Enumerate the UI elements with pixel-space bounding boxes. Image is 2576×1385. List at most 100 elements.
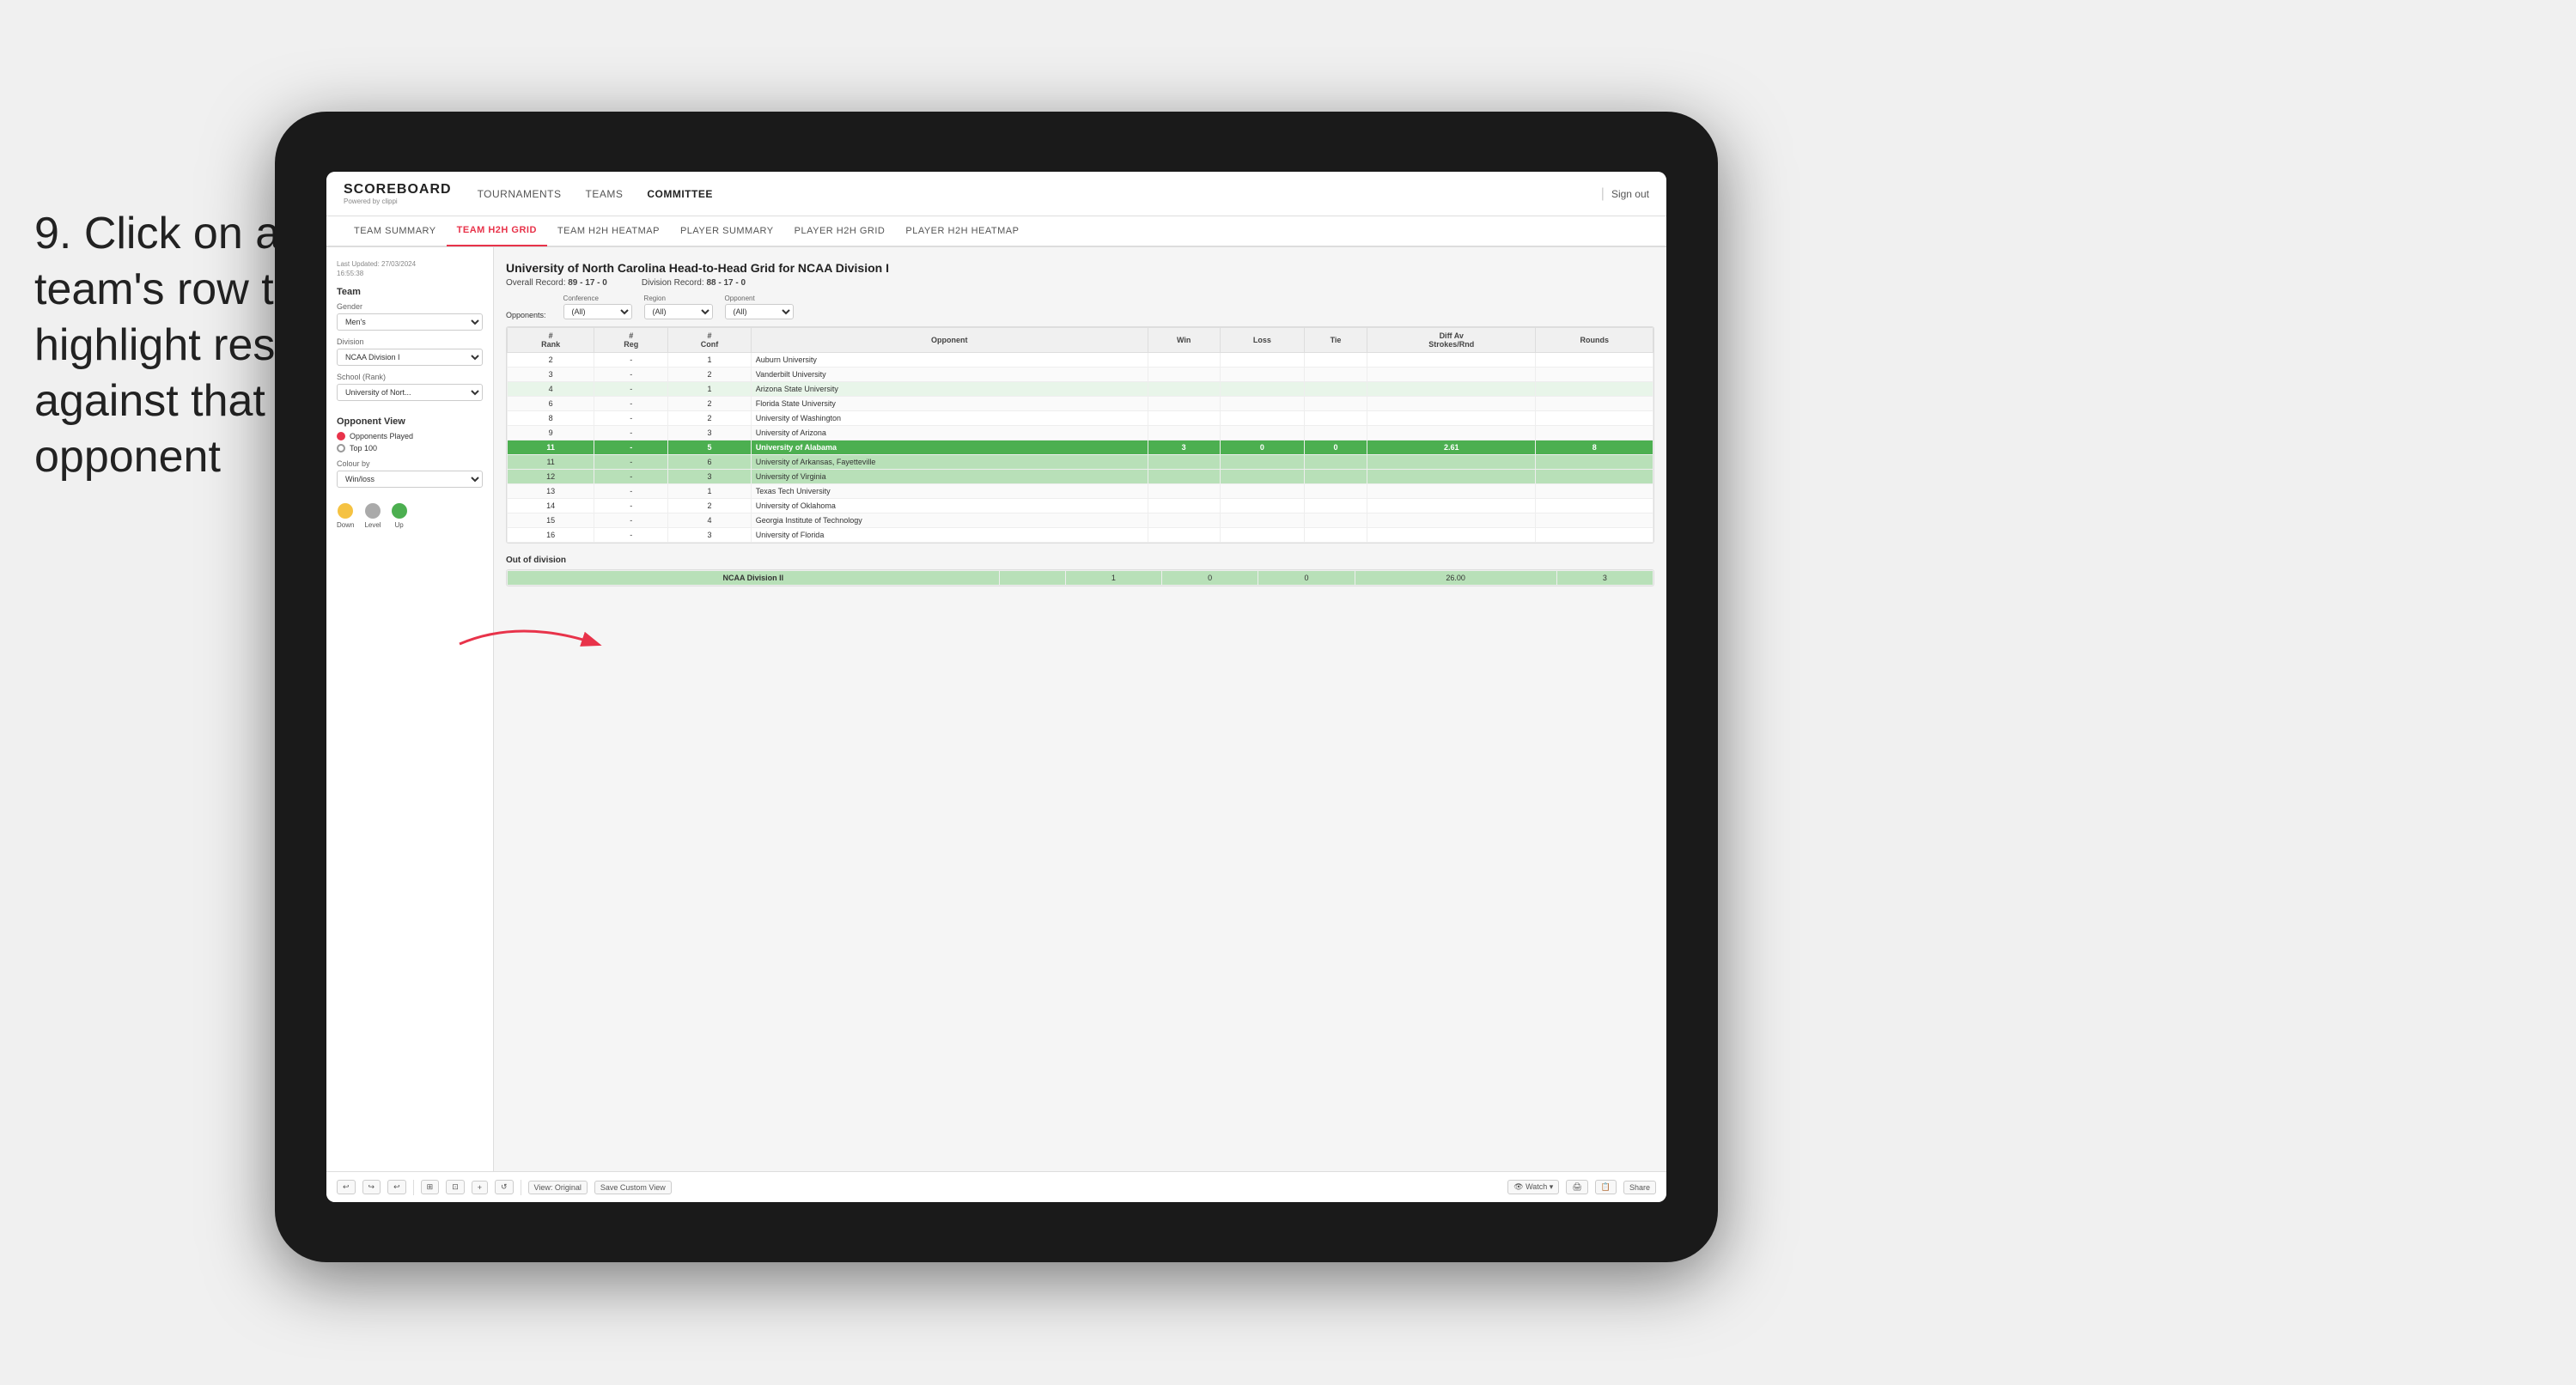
table-row[interactable]: 16-3University of Florida bbox=[508, 528, 1653, 543]
toolbar-watch[interactable]: 👁 Watch ▾ bbox=[1507, 1180, 1559, 1194]
table-cell: Florida State University bbox=[751, 397, 1148, 411]
toolbar-view-original[interactable]: View: Original bbox=[528, 1181, 588, 1194]
toolbar-add[interactable]: + bbox=[472, 1181, 488, 1194]
table-cell: 1 bbox=[668, 353, 752, 368]
tablet-device: SCOREBOARD Powered by clippi TOURNAMENTS… bbox=[275, 112, 1718, 1262]
table-cell: 2 bbox=[508, 353, 594, 368]
toolbar-refresh[interactable]: ↺ bbox=[495, 1180, 514, 1194]
toolbar-undo[interactable]: ↩ bbox=[337, 1180, 356, 1194]
toolbar-copy[interactable]: 📋 bbox=[1595, 1180, 1617, 1194]
table-row[interactable]: 15-4Georgia Institute of Technology bbox=[508, 513, 1653, 528]
radio-dot-filled bbox=[337, 432, 345, 440]
division-record-label: Division Record: 88 - 17 - 0 bbox=[642, 278, 746, 288]
table-cell bbox=[1536, 513, 1653, 528]
radio-top100[interactable]: Top 100 bbox=[337, 444, 483, 453]
table-cell: 6 bbox=[668, 455, 752, 470]
colour-by-label: Colour by bbox=[337, 459, 483, 468]
legend-down-label: Down bbox=[337, 521, 354, 529]
radio-opponents-played[interactable]: Opponents Played bbox=[337, 432, 483, 440]
subnav-team-h2h-heatmap[interactable]: TEAM H2H HEATMAP bbox=[547, 216, 670, 246]
out-of-division-row[interactable]: NCAA Division II 1 0 0 26.00 3 bbox=[508, 571, 1653, 586]
opponent-select[interactable]: (All) bbox=[725, 304, 794, 319]
conference-select[interactable]: (All) bbox=[563, 304, 632, 319]
table-cell: 8 bbox=[1536, 440, 1653, 455]
table-cell bbox=[1148, 528, 1220, 543]
table-cell: 12 bbox=[508, 470, 594, 484]
region-select[interactable]: (All) bbox=[644, 304, 713, 319]
subnav-player-summary[interactable]: PLAYER SUMMARY bbox=[670, 216, 784, 246]
out-of-division-table: NCAA Division II 1 0 0 26.00 3 bbox=[507, 570, 1653, 586]
opponent-filter: Opponent (All) bbox=[725, 295, 794, 319]
legend-level: Level bbox=[364, 503, 381, 529]
col-rank: #Rank bbox=[508, 328, 594, 353]
legend-down: Down bbox=[337, 503, 354, 529]
gender-select[interactable]: Men's bbox=[337, 313, 483, 331]
toolbar-layout[interactable]: ⊡ bbox=[446, 1180, 465, 1194]
table-cell bbox=[1148, 513, 1220, 528]
table-row[interactable]: 14-2University of Oklahoma bbox=[508, 499, 1653, 513]
subnav-player-h2h-grid[interactable]: PLAYER H2H GRID bbox=[784, 216, 896, 246]
table-cell: 14 bbox=[508, 499, 594, 513]
table-row[interactable]: 11-6University of Arkansas, Fayetteville bbox=[508, 455, 1653, 470]
table-cell bbox=[1367, 455, 1536, 470]
table-cell bbox=[1536, 397, 1653, 411]
table-cell bbox=[1367, 470, 1536, 484]
toolbar-share[interactable]: Share bbox=[1623, 1181, 1656, 1194]
toolbar-grid[interactable]: ⊞ bbox=[421, 1180, 440, 1194]
sign-out-link[interactable]: Sign out bbox=[1611, 188, 1649, 200]
table-cell: - bbox=[594, 397, 668, 411]
table-cell bbox=[1536, 455, 1653, 470]
nav-committee[interactable]: COMMITTEE bbox=[647, 185, 713, 203]
table-cell: 3 bbox=[668, 470, 752, 484]
table-row[interactable]: 6-2Florida State University bbox=[508, 397, 1653, 411]
table-cell bbox=[1367, 528, 1536, 543]
table-cell bbox=[1304, 382, 1367, 397]
table-row[interactable]: 3-2Vanderbilt University bbox=[508, 368, 1653, 382]
subnav-team-summary[interactable]: TEAM SUMMARY bbox=[344, 216, 447, 246]
table-row[interactable]: 13-1Texas Tech University bbox=[508, 484, 1653, 499]
toolbar-print[interactable]: 🖨 bbox=[1566, 1180, 1587, 1194]
table-cell: - bbox=[594, 484, 668, 499]
table-header-row: #Rank #Reg #Conf Opponent Win Loss Tie D… bbox=[508, 328, 1653, 353]
table-row[interactable]: 2-1Auburn University bbox=[508, 353, 1653, 368]
opponents-label: Opponents: bbox=[506, 311, 546, 319]
nav-teams[interactable]: TEAMS bbox=[586, 185, 624, 203]
toolbar-save-custom[interactable]: Save Custom View bbox=[594, 1181, 672, 1194]
toolbar-redo[interactable]: ↪ bbox=[362, 1180, 381, 1194]
subnav-player-h2h-heatmap[interactable]: PLAYER H2H HEATMAP bbox=[895, 216, 1029, 246]
ood-empty bbox=[999, 571, 1065, 586]
table-cell: - bbox=[594, 353, 668, 368]
right-panel: University of North Carolina Head-to-Hea… bbox=[494, 247, 1666, 1171]
legend-up-circle bbox=[392, 503, 407, 519]
table-cell: 3 bbox=[668, 426, 752, 440]
nav-bar: SCOREBOARD Powered by clippi TOURNAMENTS… bbox=[326, 172, 1666, 216]
tablet-screen: SCOREBOARD Powered by clippi TOURNAMENTS… bbox=[326, 172, 1666, 1202]
table-cell bbox=[1220, 382, 1304, 397]
ood-win: 1 bbox=[1065, 571, 1161, 586]
table-cell: University of Arizona bbox=[751, 426, 1148, 440]
table-row[interactable]: 11-5University of Alabama3002.618 bbox=[508, 440, 1653, 455]
nav-tournaments[interactable]: TOURNAMENTS bbox=[478, 185, 562, 203]
table-cell bbox=[1304, 499, 1367, 513]
table-cell bbox=[1220, 426, 1304, 440]
subnav-team-h2h-grid[interactable]: TEAM H2H GRID bbox=[447, 216, 547, 246]
table-cell bbox=[1304, 368, 1367, 382]
school-select[interactable]: University of Nort... bbox=[337, 384, 483, 401]
division-select[interactable]: NCAA Division I bbox=[337, 349, 483, 366]
table-row[interactable]: 8-2University of Washington bbox=[508, 411, 1653, 426]
table-cell: - bbox=[594, 499, 668, 513]
colour-by-select[interactable]: Win/loss bbox=[337, 471, 483, 488]
table-cell: Vanderbilt University bbox=[751, 368, 1148, 382]
table-row[interactable]: 4-1Arizona State University bbox=[508, 382, 1653, 397]
table-row[interactable]: 12-3University of Virginia bbox=[508, 470, 1653, 484]
table-cell bbox=[1148, 411, 1220, 426]
overall-record-label: Overall Record: 89 - 17 - 0 bbox=[506, 278, 607, 288]
table-row[interactable]: 9-3University of Arizona bbox=[508, 426, 1653, 440]
table-cell bbox=[1148, 368, 1220, 382]
table-cell bbox=[1367, 353, 1536, 368]
main-content: Last Updated: 27/03/2024 16:55:38 Team G… bbox=[326, 247, 1666, 1171]
table-cell bbox=[1304, 426, 1367, 440]
school-label: School (Rank) bbox=[337, 373, 483, 381]
table-cell bbox=[1220, 528, 1304, 543]
toolbar-back[interactable]: ↩ bbox=[387, 1180, 406, 1194]
